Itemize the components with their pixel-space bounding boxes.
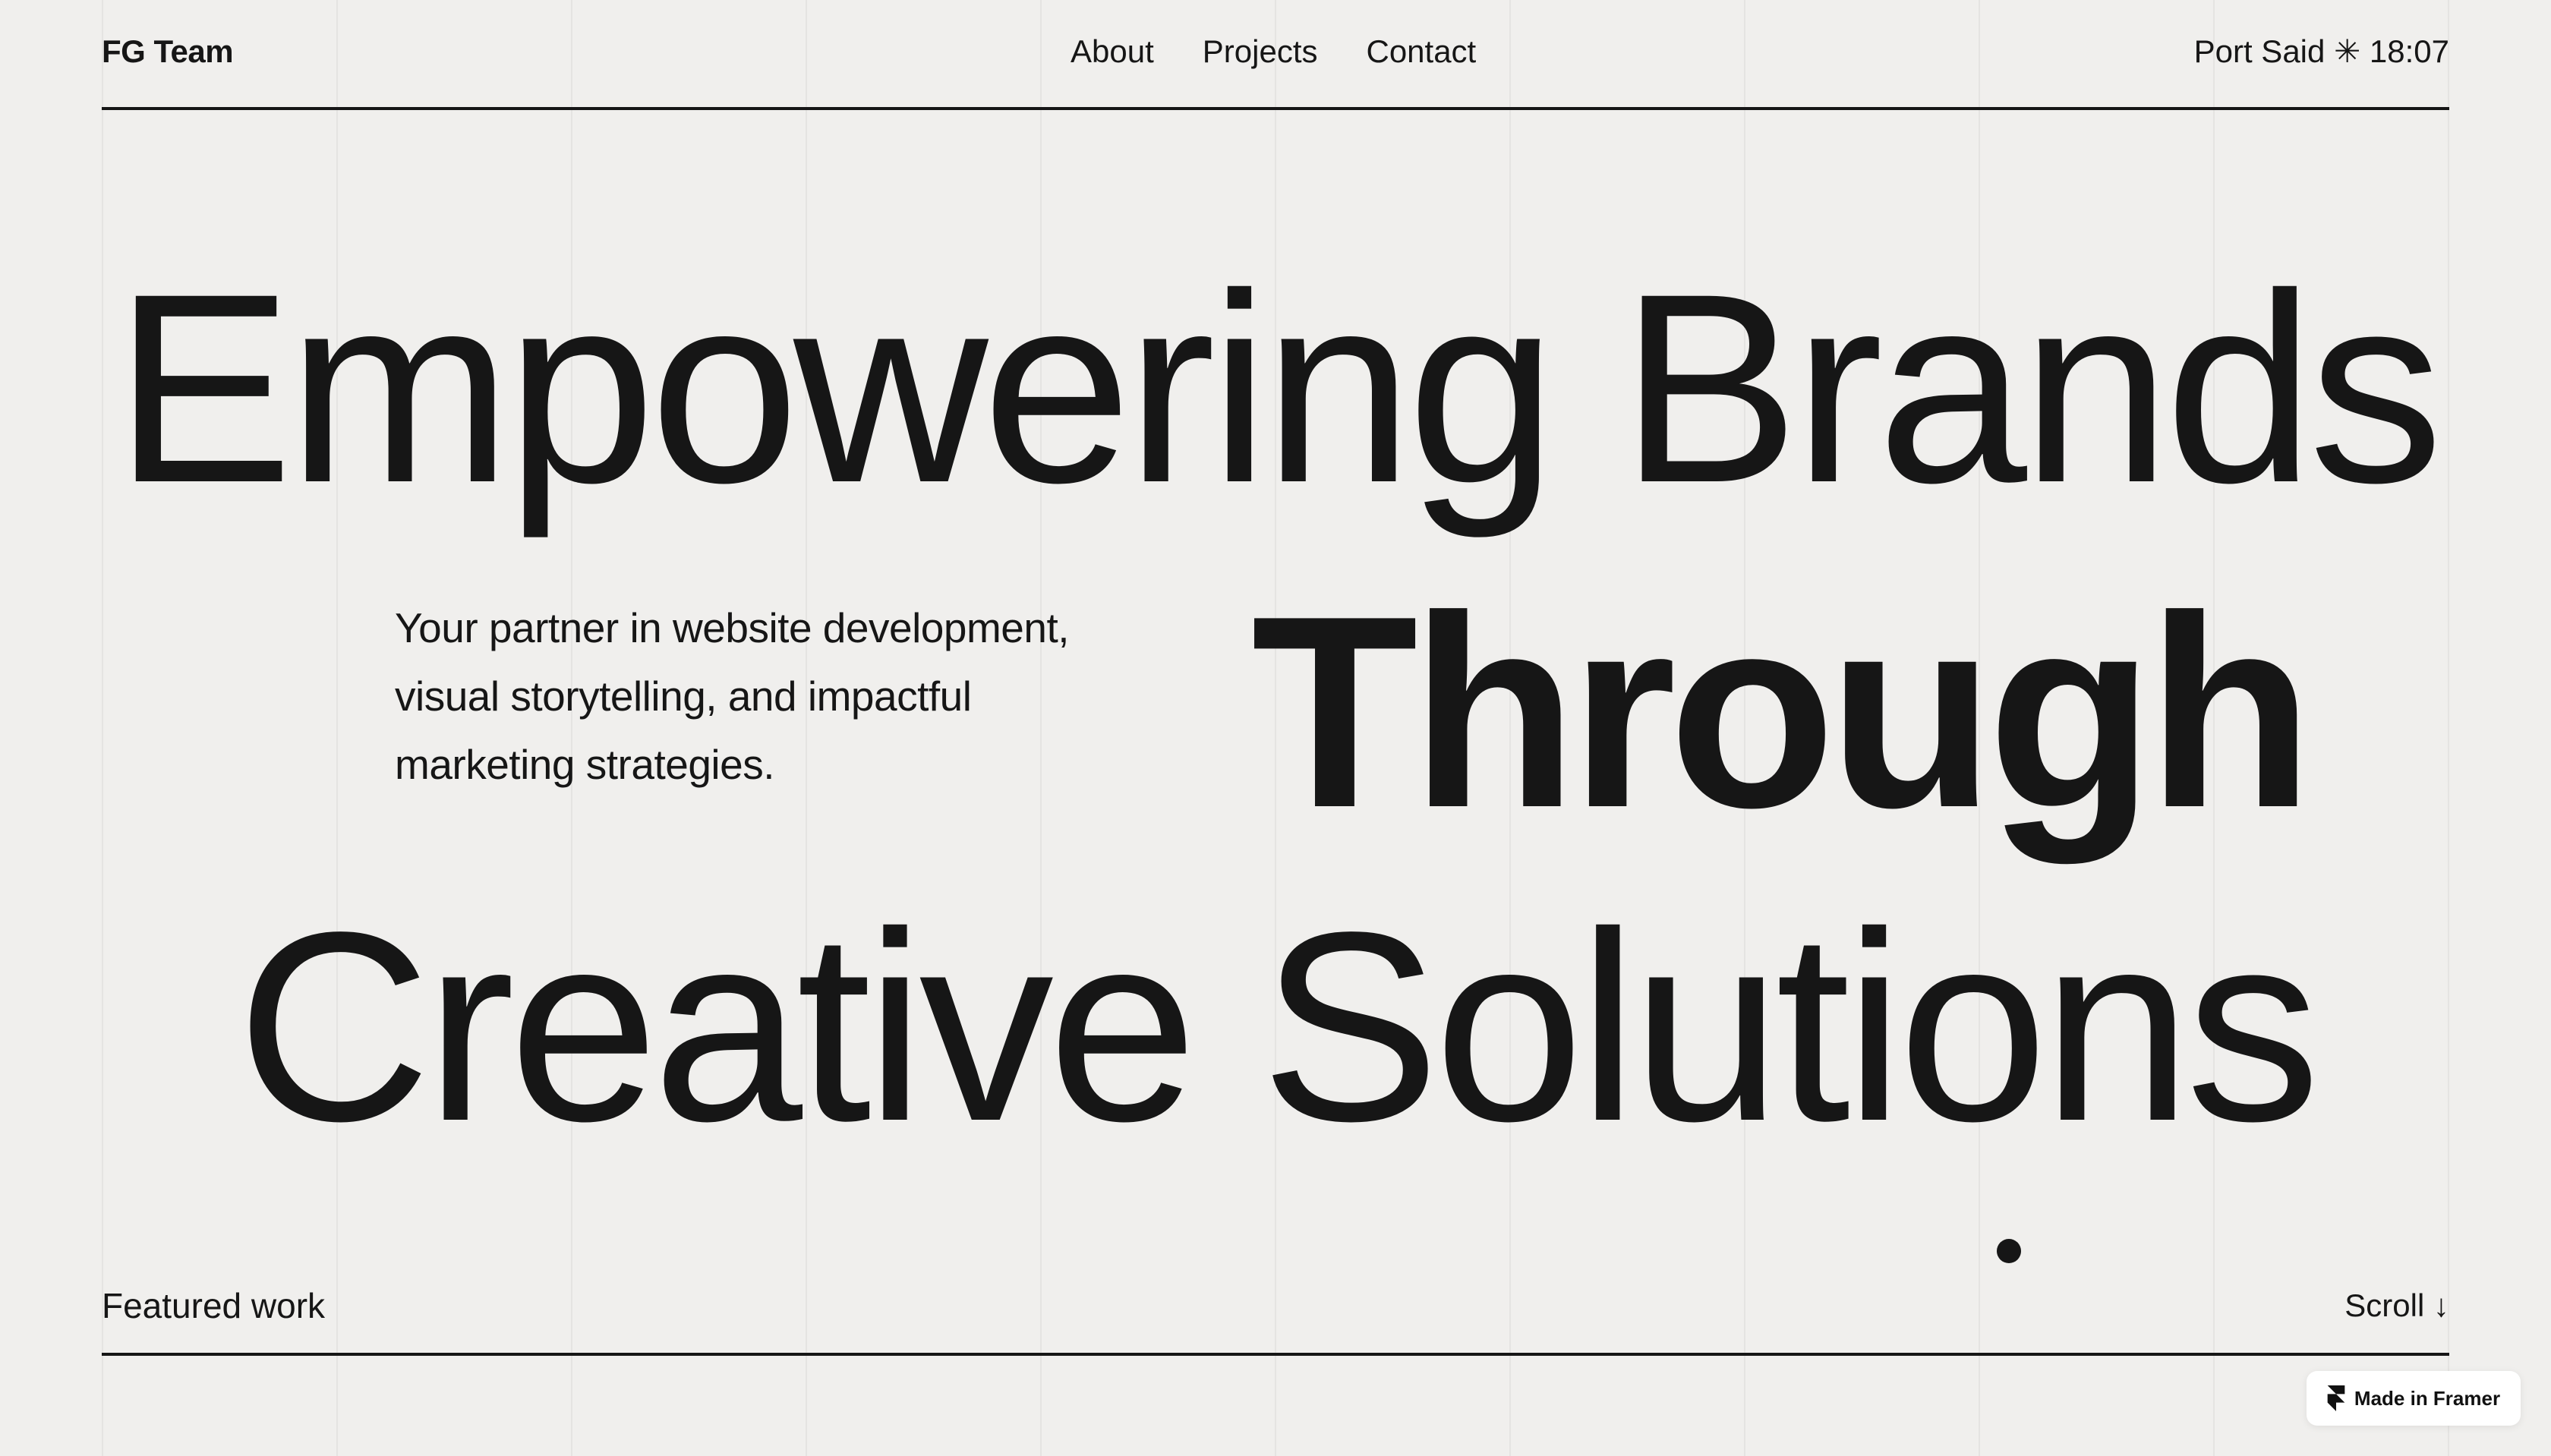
section-divider [102, 1353, 2449, 1356]
main-nav: About Projects Contact [1071, 30, 1476, 73]
hero-headline-line-3: Creative Solutions [236, 877, 2321, 1177]
grid-line [102, 0, 103, 1456]
scroll-indicator[interactable]: Scroll ↓ [2344, 1283, 2449, 1328]
hero-headline-line-2: Through [1251, 559, 2314, 865]
header-divider [102, 107, 2449, 110]
brand-logo[interactable]: FG Team [102, 30, 234, 73]
location-time: Port Said ✳ 18:07 [2193, 33, 2449, 69]
nav-contact[interactable]: Contact [1366, 30, 1476, 73]
made-in-framer-badge[interactable]: Made in Framer [2307, 1371, 2521, 1426]
nav-about[interactable]: About [1071, 30, 1154, 73]
featured-work-label: Featured work [102, 1286, 326, 1325]
grid-line [2448, 0, 2449, 1456]
grid-line [336, 0, 338, 1456]
badge-label: Made in Framer [2354, 1386, 2501, 1410]
framer-logo-icon [2327, 1385, 2345, 1411]
hero-tagline: Your partner in website development, vis… [395, 604, 1070, 788]
hero-headline-line-1: Empowering Brands [113, 238, 2444, 539]
cursor-dot [1997, 1239, 2021, 1263]
nav-projects[interactable]: Projects [1203, 30, 1318, 73]
